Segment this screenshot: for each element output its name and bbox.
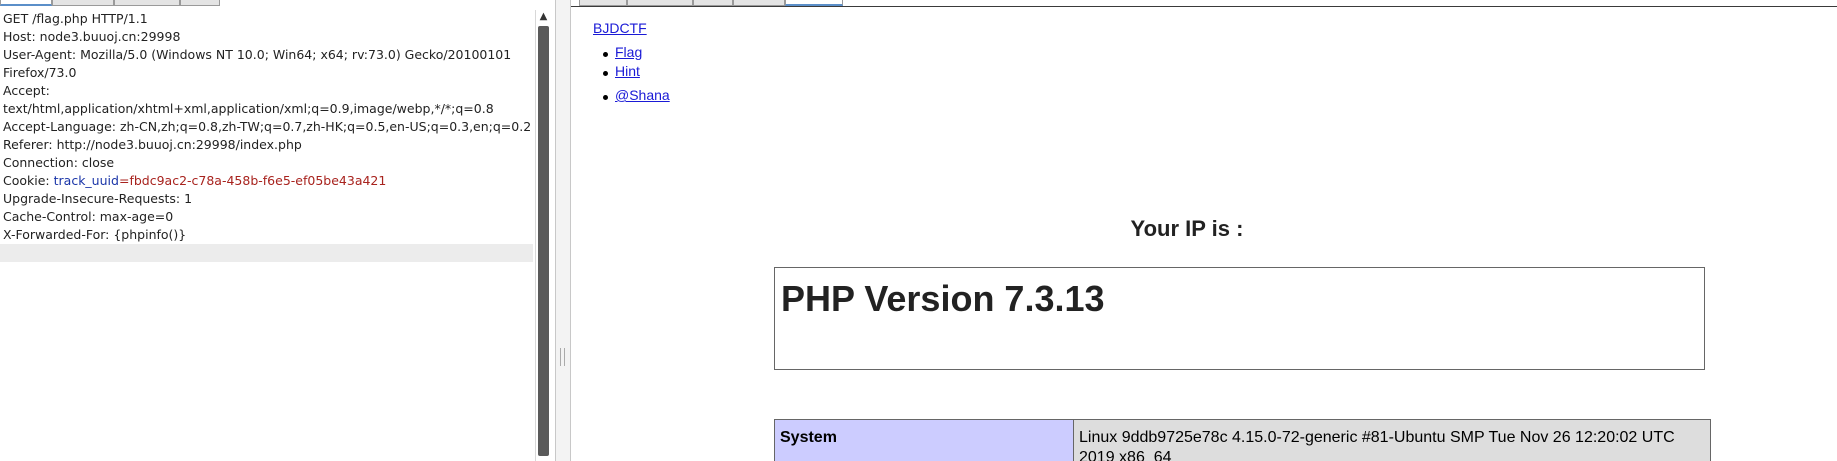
request-line: GET /flag.php HTTP/1.1 [3, 11, 148, 26]
request-pane: GET /flag.php HTTP/1.1 Host: node3.buuoj… [0, 0, 556, 461]
nav-item-shana: @Shana [593, 87, 670, 107]
request-tab-raw[interactable] [0, 0, 52, 6]
phpinfo-header-box: PHP Version 7.3.13 [774, 267, 1705, 370]
nav-item-flag: Flag [593, 44, 670, 63]
request-tab-params[interactable] [52, 0, 114, 6]
cookie-key: track_uuid [53, 173, 119, 188]
triangle-up-icon[interactable]: ▲ [536, 10, 551, 24]
php-version-title: PHP Version 7.3.13 [781, 278, 1105, 319]
request-line: Upgrade-Insecure-Requests: 1 [3, 191, 193, 206]
cookie-value: fbdc9ac2-c78a-458b-f6e5-ef05be43a421 [129, 173, 387, 188]
pane-splitter[interactable] [556, 0, 570, 461]
request-scrollbar[interactable]: ▲ [535, 10, 551, 461]
bullet-icon [603, 95, 608, 100]
request-tab-hex[interactable] [180, 0, 220, 6]
nav-item-hint: Hint [593, 63, 670, 87]
ip-heading: Your IP is : [1130, 216, 1244, 241]
table-row: System Linux 9ddb9725e78c 4.15.0-72-gene… [774, 419, 1711, 461]
divider [571, 6, 1837, 7]
cookie-prefix: Cookie: [3, 173, 54, 188]
request-line: Referer: http://node3.buuoj.cn:29998/ind… [3, 137, 302, 152]
phpinfo-table: System Linux 9ddb9725e78c 4.15.0-72-gene… [774, 419, 1711, 461]
nav-link-hint[interactable]: Hint [615, 63, 640, 79]
site-title-link[interactable]: BJDCTF [593, 20, 647, 36]
nav-list: Flag Hint @Shana [593, 44, 670, 107]
request-tab-headers[interactable] [114, 0, 180, 6]
request-editor[interactable]: GET /flag.php HTTP/1.1 Host: node3.buuoj… [0, 10, 533, 461]
request-tab-bar [0, 0, 220, 7]
scrollbar-thumb[interactable] [538, 26, 549, 456]
response-pane: BJDCTF Flag Hint @Shana Your IP is : PHP… [570, 0, 1837, 461]
nav-link-flag[interactable]: Flag [615, 44, 642, 60]
table-value-cell: Linux 9ddb9725e78c 4.15.0-72-generic #81… [1073, 419, 1711, 461]
nav-link-shana[interactable]: @Shana [615, 87, 670, 103]
request-line: Connection: close [3, 155, 115, 170]
request-cursor-line[interactable] [0, 244, 533, 262]
request-line-cookie: Cookie: track_uuid=fbdc9ac2-c78a-458b-f6… [0, 172, 533, 190]
bullet-icon [603, 52, 608, 57]
request-line: Accept: [3, 83, 50, 98]
request-line: Accept-Language: zh-CN,zh;q=0.8,zh-TW;q=… [3, 119, 532, 134]
request-line: Host: node3.buuoj.cn:29998 [3, 29, 181, 44]
table-key-cell: System [774, 419, 1074, 461]
request-line: X-Forwarded-For: {phpinfo()} [3, 227, 187, 242]
cookie-separator: = [118, 173, 130, 188]
request-line: User-Agent: Mozilla/5.0 (Windows NT 10.0… [3, 47, 512, 62]
request-line: Cache-Control: max-age=0 [3, 209, 174, 224]
request-line: text/html,application/xhtml+xml,applicat… [3, 101, 494, 116]
request-line: Firefox/73.0 [3, 65, 77, 80]
splitter-grip-icon[interactable] [560, 348, 565, 366]
bullet-icon [603, 71, 608, 76]
